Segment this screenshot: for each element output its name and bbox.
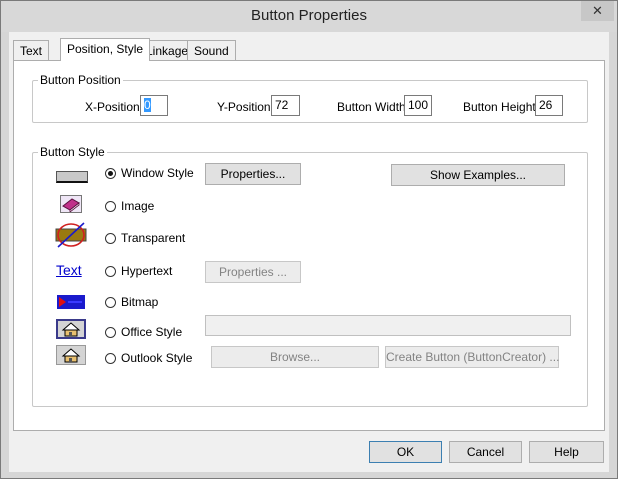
bitmap-arrow-icon (57, 295, 85, 309)
radio-office-style[interactable] (105, 327, 116, 338)
create-button-buttoncreator[interactable]: Create Button (ButtonCreator) ... (385, 346, 559, 368)
radio-label[interactable]: Outlook Style (121, 351, 192, 365)
tab-text[interactable]: Text (13, 40, 50, 60)
radio-outlook-style[interactable] (105, 353, 116, 364)
transparent-glyph (55, 222, 87, 248)
house-glyph (61, 348, 81, 363)
button-width-value: 100 (408, 98, 429, 112)
ok-button[interactable]: OK (369, 441, 442, 463)
radio-transparent[interactable] (105, 233, 116, 244)
tab-label: Linkage (146, 44, 189, 58)
close-icon: ✕ (592, 3, 603, 18)
radio-label[interactable]: Window Style (121, 166, 194, 180)
group-legend: Button Position (40, 73, 121, 87)
radio-image[interactable] (105, 201, 116, 212)
window-title: Button Properties (251, 7, 367, 24)
show-examples-button[interactable]: Show Examples... (391, 164, 565, 186)
radio-label[interactable]: Office Style (121, 325, 182, 339)
y-position-label: Y-Position (217, 100, 271, 114)
close-button[interactable]: ✕ (581, 1, 614, 21)
tab-sound[interactable]: Sound (187, 40, 236, 60)
image-book-icon (60, 195, 82, 213)
button-width-label: Button Width (337, 100, 406, 114)
office-house-icon (56, 319, 86, 339)
dialog-client: Text Position, Style Linkage Sound Butto… (9, 32, 609, 472)
properties-button[interactable]: Properties... (205, 163, 301, 185)
browse-button[interactable]: Browse... (211, 346, 379, 368)
radio-window-style[interactable] (105, 168, 116, 179)
transparent-slash-icon (54, 221, 88, 249)
hypertext-link-icon: Text (56, 262, 82, 278)
radio-hypertext[interactable] (105, 266, 116, 277)
y-position-value: 72 (275, 98, 289, 112)
cancel-button[interactable]: Cancel (449, 441, 522, 463)
window-style-preview-icon (56, 171, 88, 183)
button-width-input[interactable]: 100 (404, 95, 432, 116)
button-height-input[interactable]: 26 (535, 95, 563, 116)
x-position-value: 0 (144, 98, 151, 112)
house-glyph (61, 322, 81, 337)
group-legend: Button Style (40, 145, 105, 159)
y-position-input[interactable]: 72 (271, 95, 300, 116)
radio-label[interactable]: Bitmap (121, 295, 158, 309)
book-glyph (62, 198, 80, 213)
tab-panel-position-style: Button Position X-Position 0 Y-Position … (13, 60, 605, 431)
button-position-group: Button Position (32, 73, 588, 123)
image-path-field[interactable] (205, 315, 571, 336)
radio-bitmap[interactable] (105, 297, 116, 308)
tab-label: Position, Style (67, 42, 144, 56)
radio-label[interactable]: Hypertext (121, 264, 172, 278)
tab-label: Sound (194, 44, 229, 58)
outlook-house-icon (56, 345, 86, 365)
button-height-value: 26 (539, 98, 553, 112)
radio-label[interactable]: Transparent (121, 231, 185, 245)
properties-button-disabled[interactable]: Properties ... (205, 261, 301, 283)
tab-label: Text (20, 44, 43, 58)
dialog-window: Button Properties ✕ Text Position, Style… (0, 0, 618, 479)
radio-label[interactable]: Image (121, 199, 154, 213)
x-position-input[interactable]: 0 (140, 95, 168, 116)
tab-position-style[interactable]: Position, Style (60, 38, 151, 61)
title-bar: Button Properties ✕ (1, 1, 617, 32)
x-position-label: X-Position (85, 100, 140, 114)
button-height-label: Button Height (463, 100, 536, 114)
bitmap-glyph (59, 297, 82, 307)
help-button[interactable]: Help (529, 441, 604, 463)
